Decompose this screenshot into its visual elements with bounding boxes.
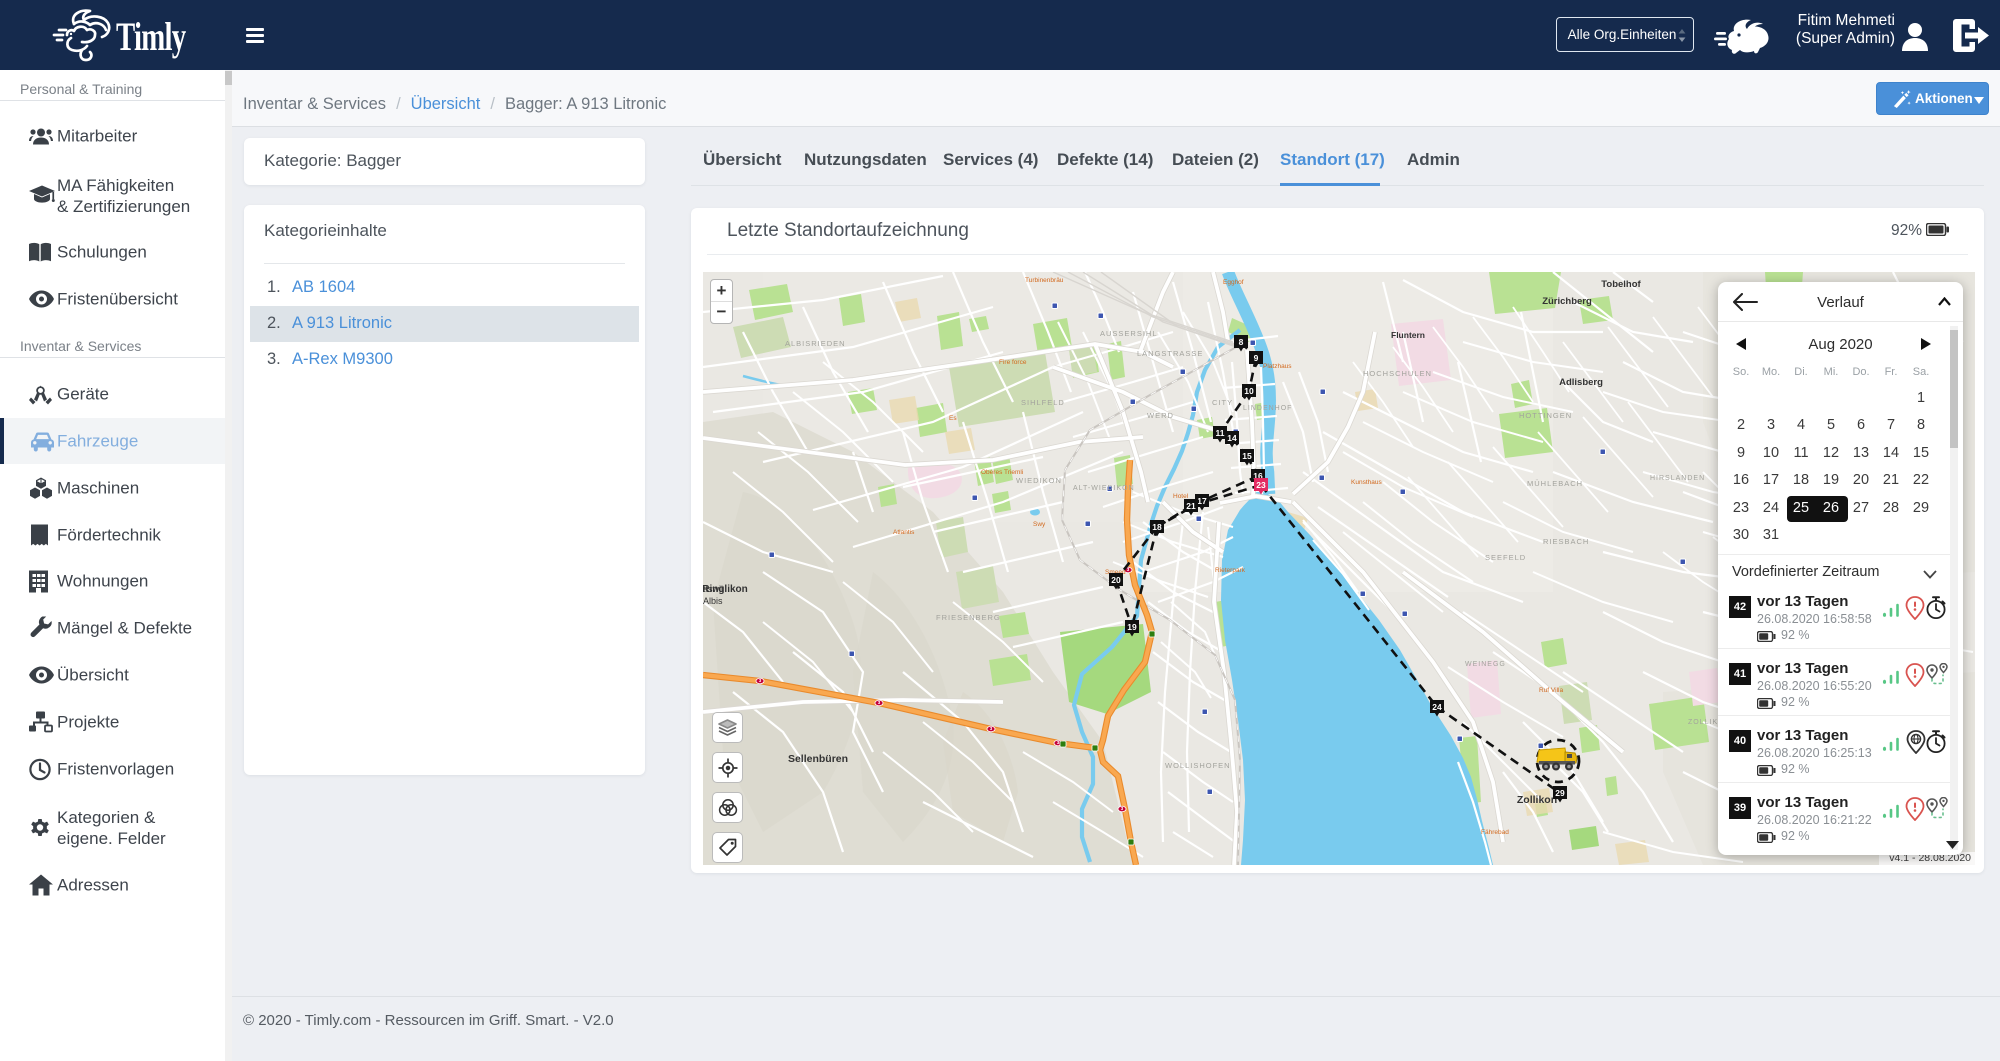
svg-text:Tobelhof: Tobelhof: [1601, 279, 1641, 290]
svg-text:WIEDIKON: WIEDIKON: [1016, 476, 1062, 485]
svg-text:LINDENHOF: LINDENHOF: [1243, 405, 1292, 412]
svg-text:15: 15: [1242, 451, 1252, 461]
svg-text:Es: Es: [949, 415, 957, 422]
svg-text:FRIESENBERG: FRIESENBERG: [936, 613, 1001, 622]
svg-text:9: 9: [1254, 353, 1259, 363]
svg-text:WEINEGG: WEINEGG: [1465, 661, 1506, 668]
svg-text:Albis: Albis: [703, 596, 723, 606]
svg-text:Adlisberg: Adlisberg: [1559, 377, 1603, 388]
svg-text:Rieterpark: Rieterpark: [1215, 567, 1246, 574]
svg-text:Atlantis: Atlantis: [893, 529, 915, 536]
svg-text:Sellenbüren: Sellenbüren: [788, 753, 848, 765]
svg-text:19: 19: [1127, 622, 1137, 632]
svg-text:WERD: WERD: [1147, 411, 1174, 420]
svg-text:Hotel: Hotel: [1173, 493, 1189, 500]
svg-text:HOTTINGEN: HOTTINGEN: [1519, 411, 1572, 420]
svg-text:CITY: CITY: [1212, 398, 1233, 407]
svg-text:Zollikon: Zollikon: [1517, 794, 1557, 806]
svg-text:LANGSTRASSE: LANGSTRASSE: [1137, 349, 1203, 358]
svg-text:Egghof: Egghof: [1223, 279, 1244, 286]
svg-text:HOCHSCHULEN: HOCHSCHULEN: [1363, 369, 1432, 378]
svg-text:RIESBACH: RIESBACH: [1543, 537, 1589, 546]
svg-text:10: 10: [1244, 386, 1254, 396]
svg-text:Ruf Villa: Ruf Villa: [1539, 687, 1563, 694]
svg-text:17: 17: [1197, 496, 1207, 506]
svg-text:23: 23: [1256, 480, 1266, 490]
svg-text:MÜHLEBACH: MÜHLEBACH: [1527, 479, 1583, 488]
svg-text:WOLLISHOFEN: WOLLISHOFEN: [1165, 761, 1231, 770]
svg-text:Oberes Triemli: Oberes Triemli: [981, 469, 1023, 476]
svg-text:ttswil: ttswil: [703, 584, 723, 594]
svg-text:11: 11: [1216, 428, 1225, 438]
svg-text:Zürichberg: Zürichberg: [1542, 296, 1592, 307]
svg-text:20: 20: [1111, 575, 1121, 585]
svg-text:21: 21: [1186, 501, 1196, 511]
svg-text:SIHLFELD: SIHLFELD: [1021, 398, 1065, 407]
svg-text:SEEFELD: SEEFELD: [1485, 553, 1526, 562]
svg-text:Turbinenbräu: Turbinenbräu: [1025, 277, 1064, 284]
svg-text:Swy: Swy: [1033, 521, 1046, 528]
svg-text:AUSSERSIHL: AUSSERSIHL: [1100, 329, 1158, 338]
svg-text:Kunsthaus: Kunsthaus: [1351, 479, 1382, 486]
svg-text:Fährebad: Fährebad: [1481, 829, 1509, 836]
svg-text:ALT-WIEDIKON: ALT-WIEDIKON: [1073, 485, 1135, 492]
svg-text:29: 29: [1555, 788, 1565, 798]
svg-text:24: 24: [1432, 702, 1442, 712]
svg-text:ALBISRIEDEN: ALBISRIEDEN: [785, 339, 846, 348]
svg-text:14: 14: [1227, 433, 1237, 443]
svg-text:Platzhaus: Platzhaus: [1263, 363, 1292, 370]
svg-text:18: 18: [1152, 522, 1162, 532]
svg-text:HIRSLANDEN: HIRSLANDEN: [1650, 475, 1705, 482]
svg-text:Fluntern: Fluntern: [1391, 330, 1425, 340]
svg-text:8: 8: [1239, 337, 1244, 347]
svg-text:Fire force: Fire force: [999, 359, 1027, 366]
